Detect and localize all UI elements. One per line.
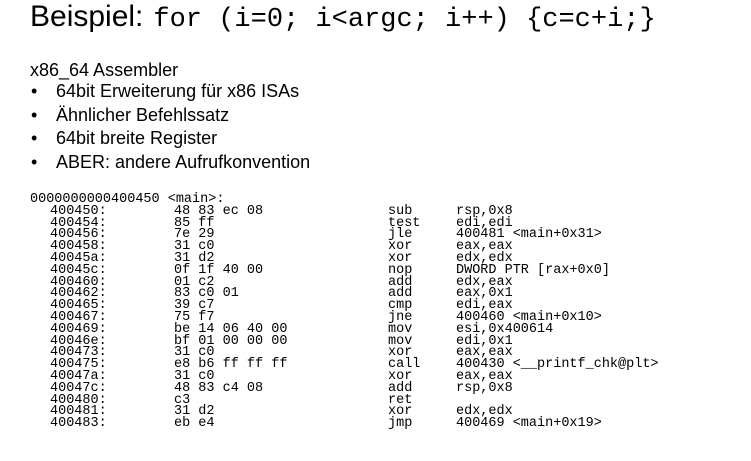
bullet-text: 64bit breite Register xyxy=(56,128,218,148)
title-label: Beispiel: xyxy=(30,0,144,33)
asm-address: 400483: xyxy=(50,416,107,432)
bullet-list: • 64bit Erweiterung für x86 ISAs • Ähnlich… xyxy=(30,80,310,174)
bullet-dot-icon: • xyxy=(31,151,38,172)
asm-bytes: eb e4 xyxy=(174,416,215,432)
intro-line: x86_64 Assembler xyxy=(30,60,179,80)
bullet-dot-icon: • xyxy=(31,128,38,148)
slide-title: Beispiel: for (i=0; i<argc; i++) {c=c+i;} xyxy=(30,0,656,40)
bullet-dot-icon: • xyxy=(31,81,38,101)
bullet-text: ABER: andere Aufrufkonvention xyxy=(56,151,311,172)
bullet-text: Ähnlicher Befehlssatz xyxy=(56,104,230,125)
bullet-item: • 64bit Erweiterung für x86 ISAs xyxy=(30,80,310,104)
title-code: for (i=0; i<argc; i++) {c=c+i;} xyxy=(153,5,656,35)
bullet-text: 64bit Erweiterung für x86 ISAs xyxy=(56,81,300,101)
bullet-item: • 64bit breite Register xyxy=(30,127,310,151)
asm-operands: rsp,0x8 xyxy=(456,380,513,396)
asm-row: 400483: eb e4 jmp 400469 <main+0x19> xyxy=(30,416,602,432)
asm-operands: 400469 <main+0x19> xyxy=(456,416,602,432)
bullet-item: • ABER: andere Aufrufkonvention xyxy=(30,151,310,175)
disassembly-listing: 0000000000400450 <main>: 400450: 48 83 e… xyxy=(30,193,659,432)
asm-mnemonic: jmp xyxy=(388,416,413,432)
bullet-item: • Ähnlicher Befehlssatz xyxy=(30,104,310,128)
bullet-dot-icon: • xyxy=(31,104,38,125)
